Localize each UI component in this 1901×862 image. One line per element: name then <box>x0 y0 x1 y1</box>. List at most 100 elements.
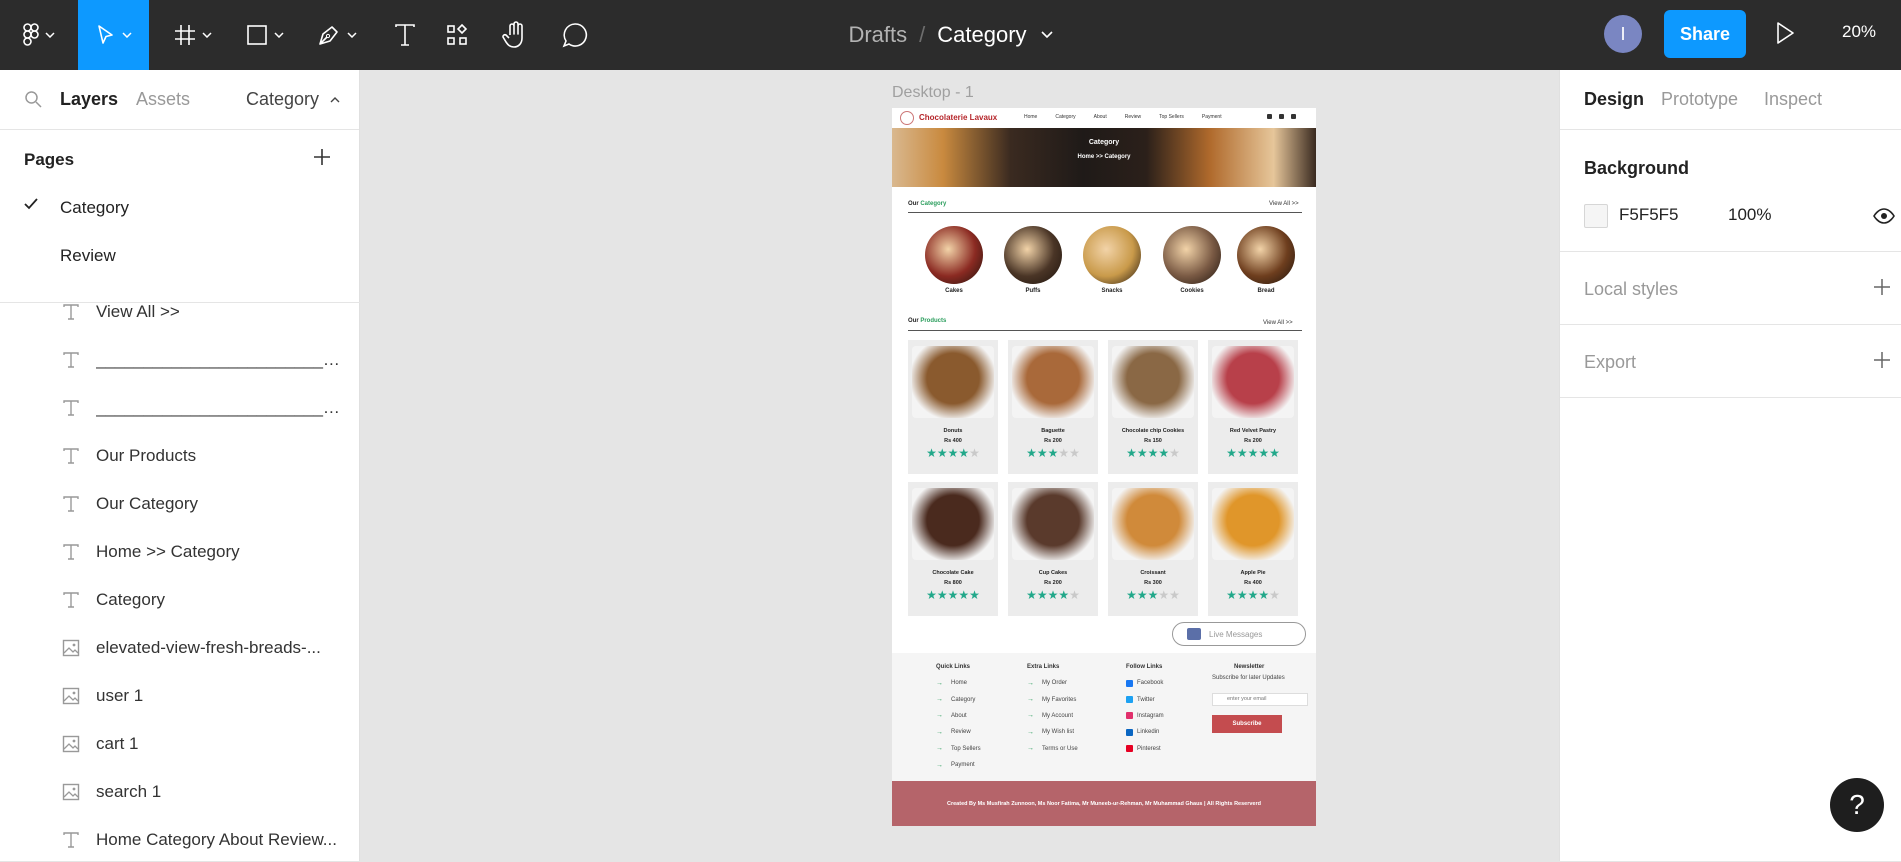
search-icon[interactable] <box>24 90 42 108</box>
star-icon: ★ <box>958 446 970 460</box>
file-name[interactable]: Category <box>937 22 1026 48</box>
footer-heading: Extra Links <box>1027 664 1060 670</box>
zoom-level[interactable]: 20% <box>1842 22 1876 42</box>
layer-row[interactable]: Home Category About Review... <box>0 818 360 862</box>
main-menu-button[interactable] <box>14 0 64 70</box>
category-name: Snacks <box>1101 288 1123 294</box>
category-item: Puffs <box>1003 226 1063 294</box>
background-opacity-value[interactable]: 100% <box>1728 205 1771 225</box>
layer-row[interactable]: cart 1 <box>0 722 360 766</box>
product-name: Cup Cakes <box>1038 570 1068 576</box>
star-icon: ★ <box>1147 446 1159 460</box>
site-nav-link: Home <box>1024 114 1038 120</box>
tab-layers[interactable]: Layers <box>60 89 118 110</box>
star-rating: ★★★★★ <box>1008 589 1098 601</box>
layer-name: Our Category <box>96 494 199 513</box>
text-layer-icon <box>61 831 81 849</box>
site-nav-link: About <box>1093 114 1107 120</box>
breadcrumb-drafts[interactable]: Drafts <box>848 22 907 48</box>
product-image <box>1112 488 1194 560</box>
divider-line <box>908 212 1302 213</box>
layer-row[interactable]: View All >> <box>0 290 360 334</box>
star-icon: ★ <box>936 446 948 460</box>
product-price: Rs 800 <box>944 580 962 586</box>
tab-inspect[interactable]: Inspect <box>1764 89 1822 110</box>
components-icon <box>447 23 468 45</box>
tab-assets[interactable]: Assets <box>136 89 190 110</box>
star-rating: ★★★★★ <box>1008 447 1098 459</box>
star-icon: ★ <box>1258 446 1270 460</box>
layer-row[interactable]: Our Category <box>0 482 360 526</box>
layer-row[interactable]: Our Products <box>0 434 360 478</box>
background-hex-value[interactable]: F5F5F5 <box>1619 205 1679 225</box>
frame-tool-button[interactable] <box>166 0 220 70</box>
product-card: Apple Pie Rs 400 ★★★★★ <box>1208 482 1298 616</box>
layer-row[interactable]: ________________________________________… <box>0 338 360 382</box>
present-button[interactable] <box>1774 20 1796 51</box>
product-price: Rs 300 <box>1144 580 1162 586</box>
chevron-down-icon[interactable] <box>1040 31 1053 39</box>
category-image <box>1163 226 1221 284</box>
products-title-word: Products <box>920 318 947 324</box>
star-icon: ★ <box>1269 588 1280 602</box>
add-page-icon[interactable] <box>312 147 332 167</box>
star-rating: ★★★★★ <box>908 589 998 601</box>
footer-link-label: My Account <box>1042 712 1074 719</box>
hero-title: Category <box>1088 139 1120 146</box>
site-nav-link: Category <box>1055 114 1076 120</box>
move-tool-button[interactable] <box>78 0 149 70</box>
star-icon: ★ <box>969 588 980 602</box>
product-name: Chocolate chip Cookies <box>1121 428 1185 434</box>
cursor-arrow-icon <box>97 25 113 44</box>
add-style-icon[interactable] <box>1873 278 1891 296</box>
footer-link-label: My Order <box>1042 680 1068 687</box>
page-selector[interactable]: Category <box>246 89 340 110</box>
layer-name: user 1 <box>96 686 144 705</box>
layer-row[interactable]: Category <box>0 578 360 622</box>
layer-row[interactable]: ________________________________________… <box>0 386 360 430</box>
comment-tool-button[interactable] <box>548 0 602 70</box>
arrow-right-icon: → <box>1027 745 1034 753</box>
help-button[interactable]: ? <box>1830 778 1884 832</box>
resources-tool-button[interactable] <box>430 0 484 70</box>
pen-tool-button[interactable] <box>310 0 364 70</box>
layer-row[interactable]: search 1 <box>0 770 360 814</box>
desktop-frame[interactable]: Chocolaterie Lavaux Home Category About Rev… <box>892 108 1316 826</box>
eye-icon[interactable] <box>1873 208 1895 224</box>
hero-breadcrumb: Home >> Category <box>1077 154 1131 160</box>
rectangle-icon <box>247 25 267 45</box>
background-color-swatch[interactable] <box>1584 204 1608 228</box>
tab-prototype[interactable]: Prototype <box>1661 89 1738 110</box>
text-tool-button[interactable] <box>378 0 432 70</box>
hand-icon <box>502 21 523 48</box>
product-price: Rs 200 <box>1044 580 1062 586</box>
hand-tool-button[interactable] <box>488 0 542 70</box>
footer-link: → Payment <box>936 757 981 773</box>
cart-icon <box>1279 114 1284 119</box>
newsletter-email-input: enter your email <box>1212 693 1308 706</box>
frame-label[interactable]: Desktop - 1 <box>892 84 974 102</box>
category-name: Bread <box>1257 288 1275 294</box>
shape-tool-button[interactable] <box>238 0 292 70</box>
user-avatar[interactable]: I <box>1604 15 1642 53</box>
site-brand: Chocolaterie Lavaux <box>919 113 998 122</box>
footer-link: → About <box>936 708 981 724</box>
add-export-icon[interactable] <box>1873 351 1891 369</box>
layer-name: View All >> <box>96 302 180 321</box>
product-card: Red Velvet Pastry Rs 200 ★★★★★ <box>1208 340 1298 474</box>
star-icon: ★ <box>1169 588 1180 602</box>
pen-icon <box>319 26 338 45</box>
arrow-right-icon: → <box>1027 696 1034 704</box>
page-item-review[interactable]: Review <box>60 246 116 266</box>
product-image <box>912 346 994 418</box>
layer-row[interactable]: user 1 <box>0 674 360 718</box>
star-icon: ★ <box>1269 446 1280 460</box>
layer-row[interactable]: elevated-view-fresh-breads-... <box>0 626 360 670</box>
star-icon: ★ <box>947 588 959 602</box>
star-icon: ★ <box>1158 446 1170 460</box>
page-item-category[interactable]: Category <box>60 198 129 218</box>
product-name: Chocolate Cake <box>932 570 974 576</box>
tab-design[interactable]: Design <box>1584 89 1644 110</box>
layer-row[interactable]: Home >> Category <box>0 530 360 574</box>
share-button[interactable]: Share <box>1664 10 1746 58</box>
